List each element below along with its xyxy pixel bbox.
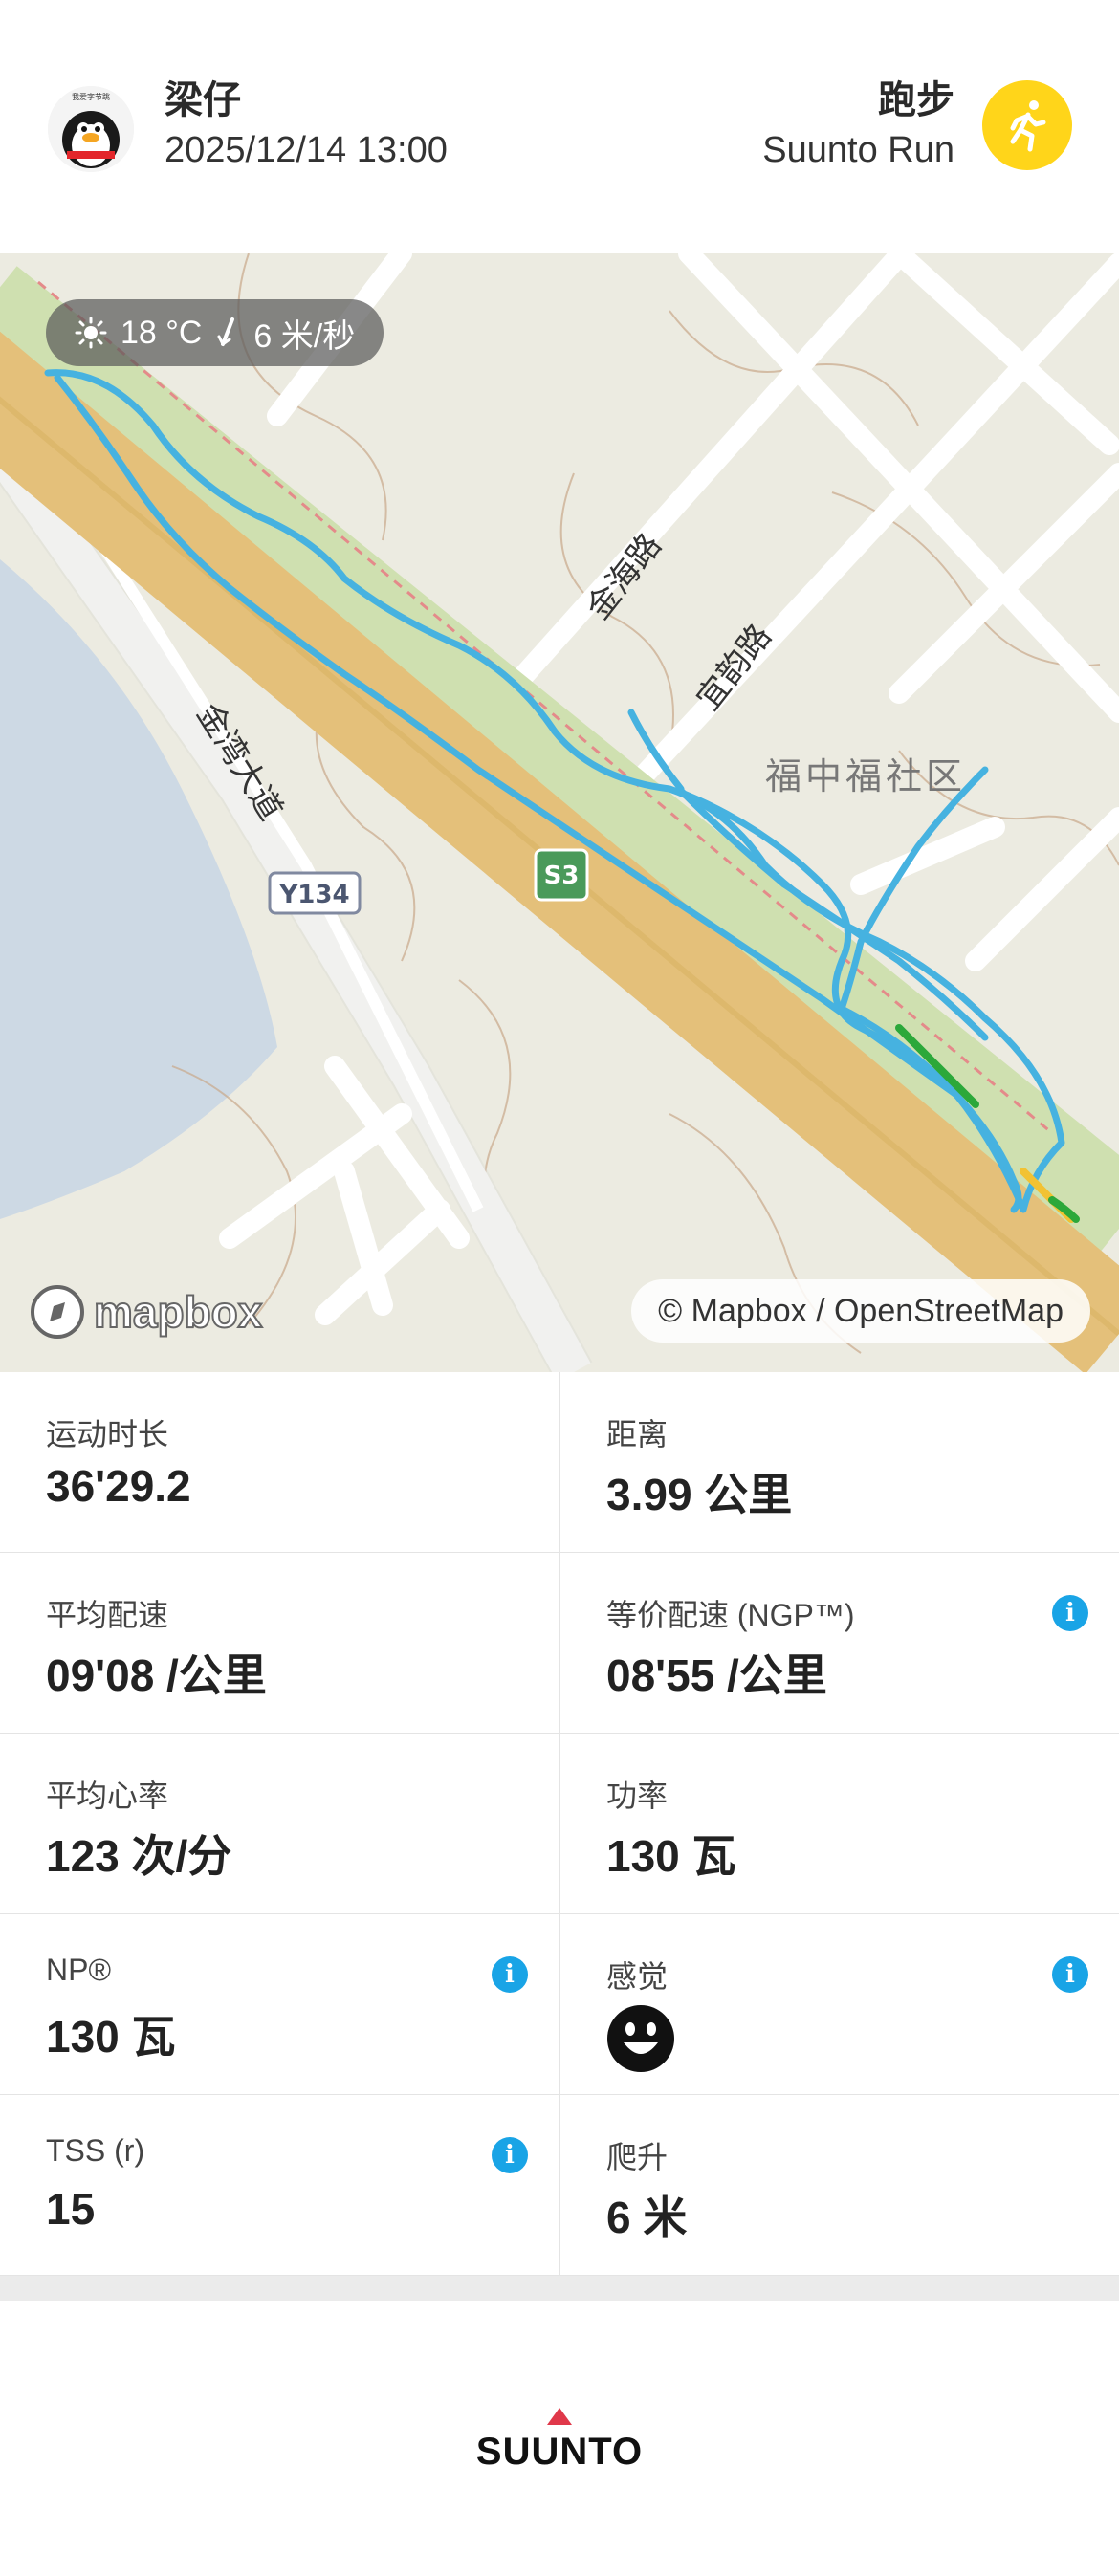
route-map[interactable]: 金海路 宜韵路 金湾大道 福中福社区 Y134 S3 18 °C 6 米/秒 m… xyxy=(0,253,1119,1372)
stat-distance[interactable]: 距离 3.99 公里 xyxy=(560,1372,1119,1554)
route-shield-y134: Y134 xyxy=(278,881,349,909)
penguin-avatar-icon[interactable]: 我爱字节跳 xyxy=(48,86,134,172)
stat-avg-pace[interactable]: 平均配速 09'08 /公里 xyxy=(0,1553,559,1735)
stat-label: NP® xyxy=(46,1953,112,1987)
info-icon[interactable]: i xyxy=(1052,1595,1088,1631)
route-shield-s3: S3 xyxy=(544,862,580,890)
suunto-logo: SUUNTO xyxy=(0,2408,1119,2474)
smiley-face-icon xyxy=(607,2005,674,2072)
svg-text:我爱字节跳: 我爱字节跳 xyxy=(72,92,110,101)
sport-type: 跑步 xyxy=(878,79,954,121)
wind-direction-icon xyxy=(217,317,235,346)
brand-name: SUUNTO xyxy=(475,2431,644,2473)
suunto-triangle-icon xyxy=(547,2408,572,2425)
stat-ngp[interactable]: 等价配速 (NGP™) 08'55 /公里 i xyxy=(560,1553,1119,1735)
info-icon[interactable]: i xyxy=(492,2137,528,2173)
stat-label: 平均心率 xyxy=(46,1779,169,1813)
stat-power[interactable]: 功率 130 瓦 xyxy=(560,1734,1119,1915)
stat-label: 等价配速 (NGP™) xyxy=(606,1598,855,1632)
info-icon[interactable]: i xyxy=(1052,1956,1088,1993)
stat-value: 123 次/分 xyxy=(46,1831,232,1881)
stat-avg-heart-rate[interactable]: 平均心率 123 次/分 xyxy=(0,1734,559,1915)
stat-value: 3.99 公里 xyxy=(606,1470,793,1519)
mapbox-mark-icon xyxy=(31,1285,84,1339)
stat-label: 爬升 xyxy=(606,2140,669,2174)
stat-duration[interactable]: 运动时长 36'29.2 xyxy=(0,1372,559,1554)
map-attribution-link[interactable]: © Mapbox / OpenStreetMap xyxy=(631,1279,1090,1343)
stat-value: 08'55 /公里 xyxy=(606,1650,827,1700)
stat-value: 36'29.2 xyxy=(46,1461,191,1511)
stat-ascent[interactable]: 爬升 6 米 xyxy=(560,2095,1119,2277)
stat-label: TSS (r) xyxy=(46,2133,145,2168)
activity-header: 我爱字节跳 梁仔 2025/12/14 13:00 跑步 Suunto Run xyxy=(0,0,1119,253)
weather-badge: 18 °C 6 米/秒 xyxy=(46,299,384,366)
wind-speed-value: 6 米/秒 xyxy=(253,317,356,355)
stat-label: 功率 xyxy=(606,1779,669,1813)
sport-app-name: Suunto Run xyxy=(762,130,954,170)
runner-icon xyxy=(982,80,1072,170)
stat-np[interactable]: NP® 130 瓦 i xyxy=(0,1914,559,2096)
stat-label: 运动时长 xyxy=(46,1417,169,1452)
road-label-jinhai: 金海路 xyxy=(580,527,669,627)
stat-value: 15 xyxy=(46,2184,96,2234)
stat-label: 感觉 xyxy=(606,1959,669,1994)
stat-label: 平均配速 xyxy=(46,1598,169,1632)
district-label: 福中福社区 xyxy=(765,755,966,797)
stat-value: 09'08 /公里 xyxy=(46,1650,267,1700)
footer: SUUNTO xyxy=(0,2301,1119,2576)
stat-value: 130 瓦 xyxy=(606,1831,736,1881)
section-separator xyxy=(0,2276,1119,2301)
stats-grid: 运动时长 36'29.2 距离 3.99 公里 平均配速 09'08 /公里 等… xyxy=(0,1372,1119,2277)
activity-datetime: 2025/12/14 13:00 xyxy=(165,130,448,170)
user-name: 梁仔 xyxy=(165,79,241,121)
stat-label: 距离 xyxy=(606,1417,669,1452)
mapbox-logo[interactable]: mapbox xyxy=(29,1281,263,1343)
stat-tss[interactable]: TSS (r) 15 i xyxy=(0,2095,559,2277)
temperature-value: 18 °C xyxy=(121,314,203,351)
stat-value: 6 米 xyxy=(606,2193,688,2242)
mapbox-logo-text: mapbox xyxy=(93,1286,263,1338)
stat-value: 130 瓦 xyxy=(46,2012,176,2062)
stat-feeling[interactable]: 感觉 i xyxy=(560,1914,1119,2096)
sun-icon xyxy=(75,317,107,349)
info-icon[interactable]: i xyxy=(492,1956,528,1993)
road-label-guiyun: 宜韵路 xyxy=(690,618,779,718)
